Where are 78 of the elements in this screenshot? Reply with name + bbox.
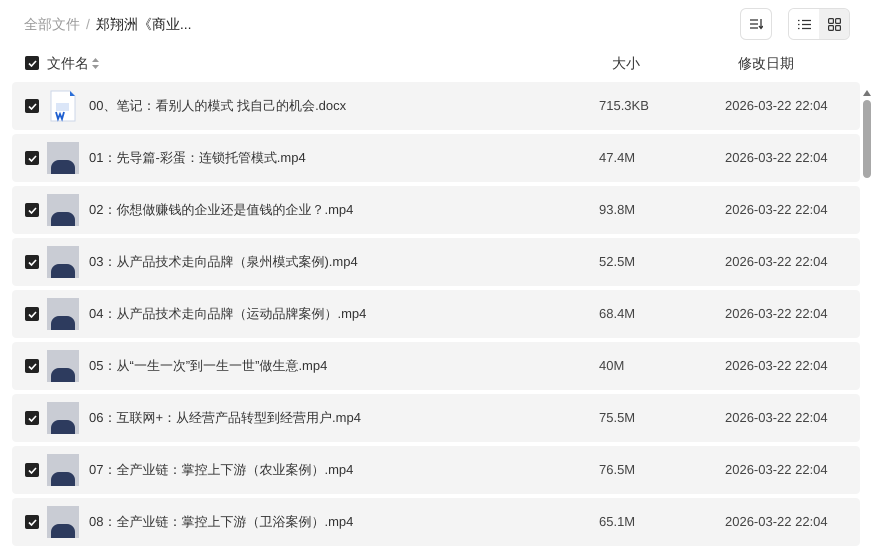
file-size: 40M [599,357,626,376]
checkmark-icon [28,206,36,214]
video-thumbnail [47,402,79,434]
checkmark-icon [28,362,36,370]
checkbox[interactable] [25,359,39,373]
file-row[interactable]: 04：从产品技术走向品牌（运动品牌案例）.mp4 68.4M 2026-03-22 22:04 [12,290,860,338]
checkbox[interactable] [25,99,39,113]
checkmark-icon [28,60,36,66]
modified-date: 2026-03-22 22:04 [725,97,828,116]
file-name[interactable]: 04：从产品技术走向品牌（运动品牌案例）.mp4 [89,304,599,324]
sort-arrows-icon[interactable] [92,58,99,68]
modified-date: 2026-03-22 22:04 [725,149,828,168]
modified-date: 2026-03-22 22:04 [725,409,828,428]
file-name[interactable]: 08：全产业链：掌控上下游（卫浴案例）.mp4 [89,512,599,532]
file-size: 47.4M [599,149,636,168]
video-thumbnail [47,350,79,382]
sort-button[interactable] [740,8,772,40]
checkmark-icon [28,310,36,318]
scrollbar-thumb[interactable] [863,100,871,178]
file-size: 76.5M [599,461,636,480]
file-size: 75.5M [599,409,636,428]
checkbox[interactable] [25,307,39,321]
file-size: 93.8M [599,201,636,220]
document-icon [50,90,76,122]
grid-view-button[interactable] [819,9,849,39]
checkmark-icon [28,466,36,474]
file-size: 68.4M [599,305,636,324]
video-thumbnail [47,506,79,538]
checkmark-icon [28,102,36,110]
column-header[interactable]: 文件名 [47,52,89,74]
checkmark-icon [28,258,36,266]
modified-date: 2026-03-22 22:04 [725,305,828,324]
file-row[interactable]: 05：从“一生一次”到一生一世”做生意.mp4 40M 2026-03-22 22:04 [12,342,860,390]
modified-date: 2026-03-22 22:04 [725,461,828,480]
video-thumbnail [47,194,79,226]
file-row[interactable]: 07：全产业链：掌控上下游（农业案例）.mp4 76.5M 2026-03-22 22:04 [12,446,860,494]
breadcrumb-item[interactable]: 郑翔洲《商业... [96,14,192,34]
file-name[interactable]: 06：互联网+：从经营产品转型到经营用户.mp4 [89,408,599,428]
video-thumbnail [47,246,79,278]
checkbox[interactable] [25,515,39,529]
file-row[interactable]: 02：你想做赚钱的企业还是值钱的企业？.mp4 93.8M 2026-03-22 22:04 [12,186,860,234]
file-name[interactable]: 05：从“一生一次”到一生一世”做生意.mp4 [89,356,599,376]
column-header: 大小 [612,54,641,72]
video-thumbnail [47,298,79,330]
breadcrumb-separator: / [86,14,90,34]
modified-date: 2026-03-22 22:04 [725,201,828,220]
checkmark-icon [28,154,36,162]
scroll-up-arrow-icon[interactable] [863,90,871,96]
modified-date: 2026-03-22 22:04 [725,253,828,272]
checkbox[interactable] [25,255,39,269]
video-thumbnail [47,142,79,174]
video-thumbnail [47,454,79,486]
checkbox[interactable] [25,463,39,477]
checkbox[interactable] [25,151,39,165]
file-row[interactable]: 00、笔记：看别人的模式 找自己的机会.docx 715.3KB 2026-03-22 22:04 [12,82,860,130]
file-size: 65.1M [599,513,636,532]
file-size: 52.5M [599,253,636,272]
file-row[interactable]: 06：互联网+：从经营产品转型到经营用户.mp4 75.5M 2026-03-22 22:04 [12,394,860,442]
modified-date: 2026-03-22 22:04 [725,513,828,532]
modified-date: 2026-03-22 22:04 [725,357,828,376]
file-name[interactable]: 00、笔记：看别人的模式 找自己的机会.docx [89,96,599,116]
file-name[interactable]: 03：从产品技术走向品牌（泉州模式案例).mp4 [89,252,599,272]
checkmark-icon [28,414,36,422]
checkmark-icon [28,518,36,526]
file-row[interactable]: 01：先导篇-彩蛋：连锁托管模式.mp4 47.4M 2026-03-22 22:04 [12,134,860,182]
file-size: 715.3KB [599,97,650,116]
file-row[interactable]: 08：全产业链：掌控上下游（卫浴案例）.mp4 65.1M 2026-03-22 22:04 [12,498,860,546]
checkbox[interactable] [25,203,39,217]
checkbox[interactable] [25,411,39,425]
grid-icon [828,18,840,30]
column-header: 修改日期 [738,54,794,72]
list-icon [798,18,810,30]
file-name[interactable]: 02：你想做赚钱的企业还是值钱的企业？.mp4 [89,200,599,220]
checkbox[interactable] [25,56,39,70]
file-name[interactable]: 07：全产业链：掌控上下游（农业案例）.mp4 [89,460,599,480]
file-row[interactable]: 03：从产品技术走向品牌（泉州模式案例).mp4 52.5M 2026-03-22 22:04 [12,238,860,286]
sort-icon [749,18,763,30]
file-name[interactable]: 01：先导篇-彩蛋：连锁托管模式.mp4 [89,148,599,168]
